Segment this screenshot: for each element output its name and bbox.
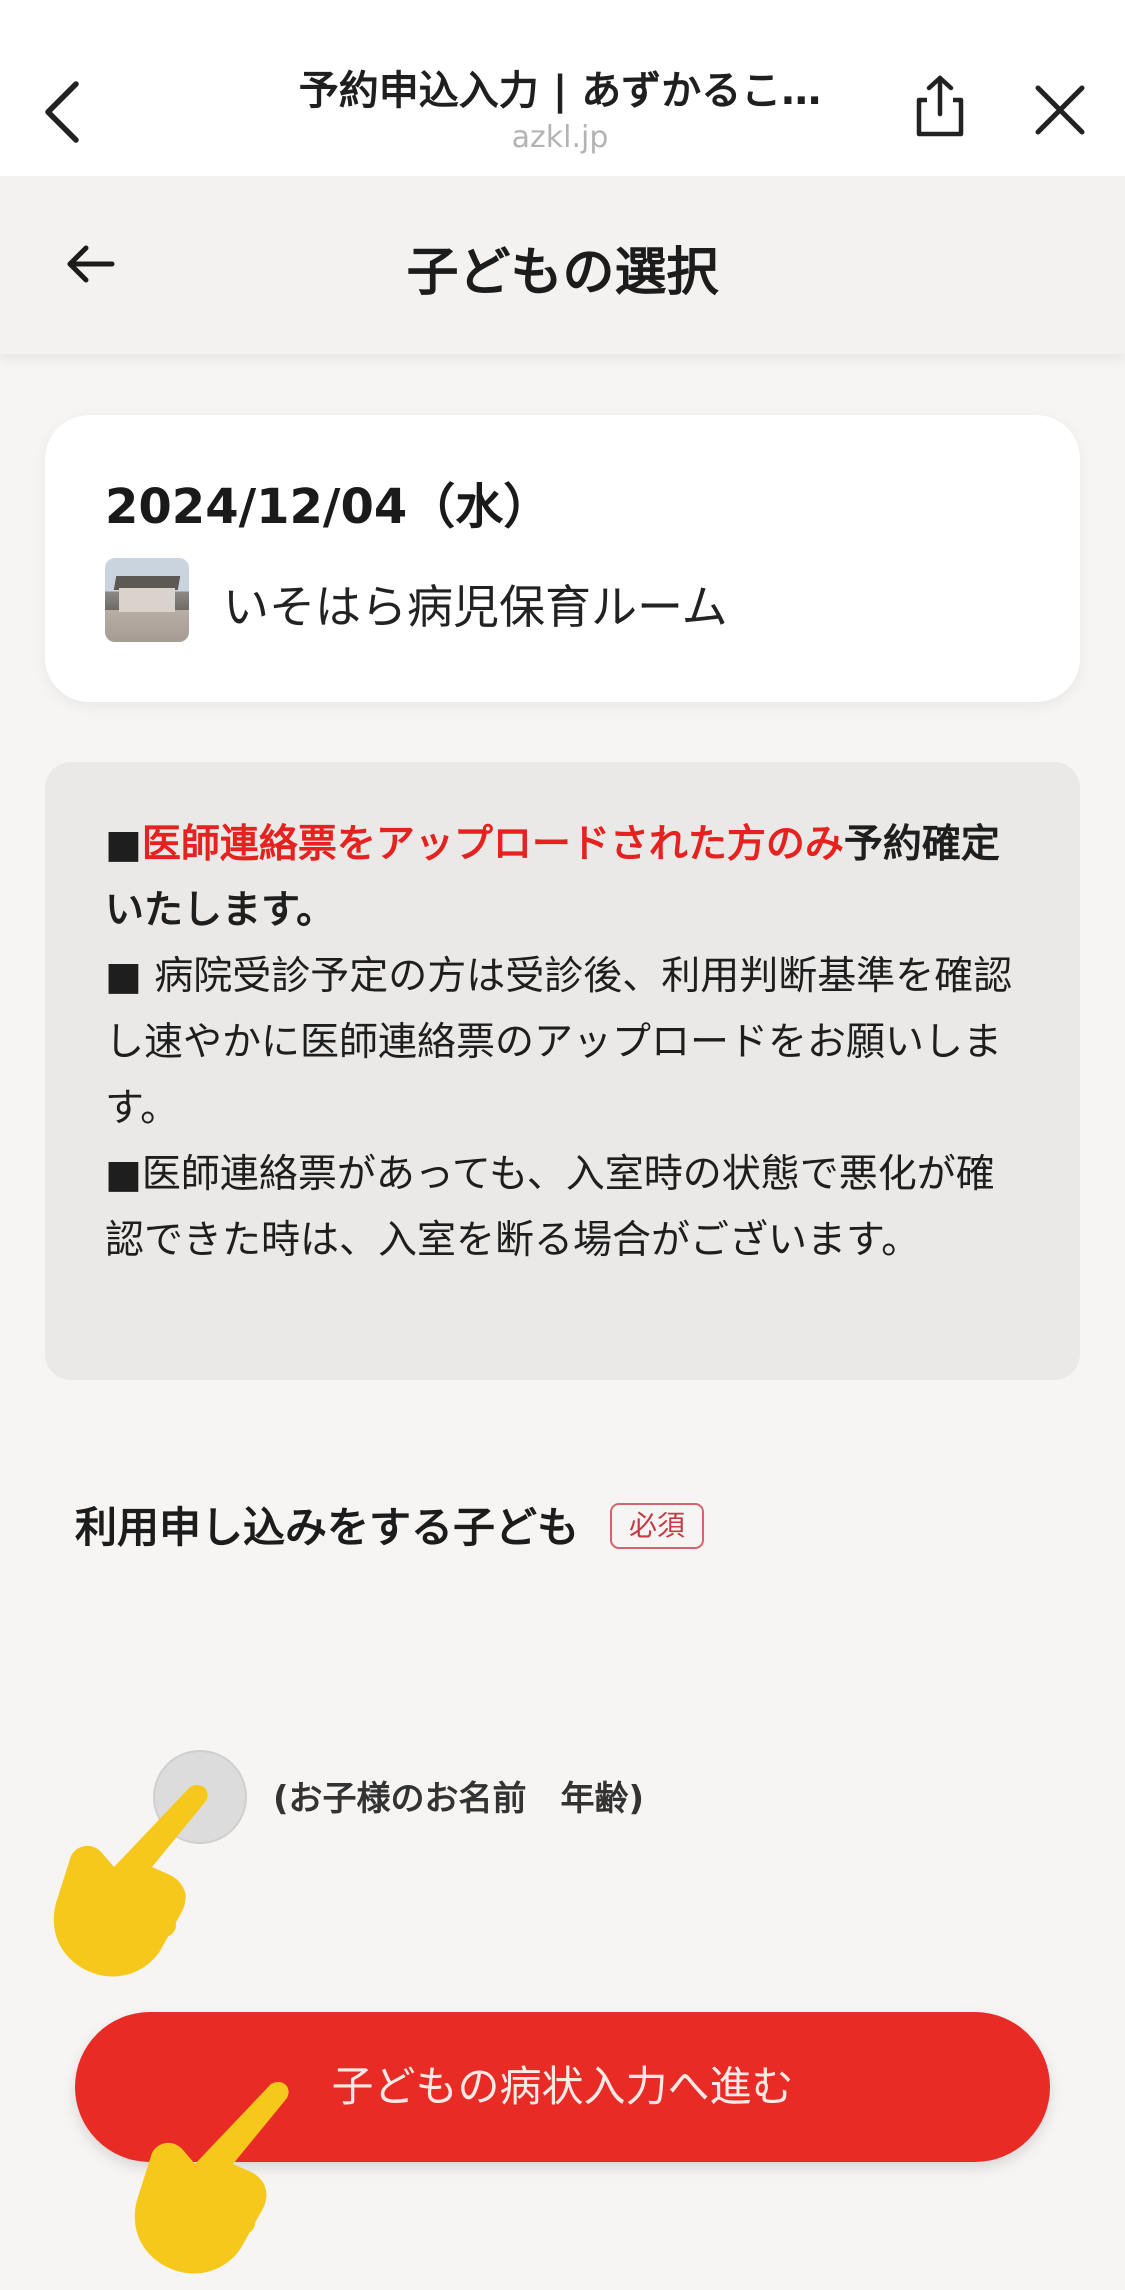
page-title: 子どもの選択 — [406, 243, 719, 303]
notice-box: ■医師連絡票をアップロードされた方のみ予約確定いたします。 ■ 病院受診予定の方… — [45, 762, 1080, 1380]
child-option-label[interactable]: (お子様のお名前 年齢) — [273, 1771, 644, 1820]
pointing-hand-icon — [125, 2070, 300, 2285]
chevron-left-icon[interactable] — [36, 70, 96, 150]
share-icon[interactable] — [905, 72, 975, 142]
notice-highlight: 医師連絡票をアップロードされた方のみ — [141, 822, 844, 867]
facility-image — [105, 558, 189, 642]
notice-line-2: ■ 病院受診予定の方は受診後、利用判断基準を確認し速やかに医師連絡票のアップロー… — [105, 954, 1013, 1131]
reservation-card: 2024/12/04（水） いそはら病児保育ルーム — [45, 415, 1080, 702]
browser-bar: 予約申込入力 | あずかるこ… azkl.jp — [0, 0, 1125, 176]
child-select-label: 利用申し込みをする子ども — [75, 1503, 580, 1552]
reservation-date: 2024/12/04（水） — [105, 479, 552, 535]
pointing-hand-icon — [40, 1775, 220, 1985]
required-badge: 必須 — [610, 1503, 704, 1549]
browser-title: 予約申込入力 | あずかるこ… — [298, 68, 822, 114]
notice-line-1: ■医師連絡票をアップロードされた方のみ予約確定いたします。 — [105, 822, 1000, 933]
facility-name: いそはら病児保育ルーム — [223, 580, 728, 634]
close-icon[interactable] — [1030, 80, 1090, 140]
browser-url: azkl.jp — [511, 120, 609, 155]
notice-line-3: ■医師連絡票があっても、入室時の状態で悪化が確認できた時は、入室を断る場合がござ… — [105, 1152, 995, 1263]
app-header: 子どもの選択 — [0, 176, 1125, 354]
